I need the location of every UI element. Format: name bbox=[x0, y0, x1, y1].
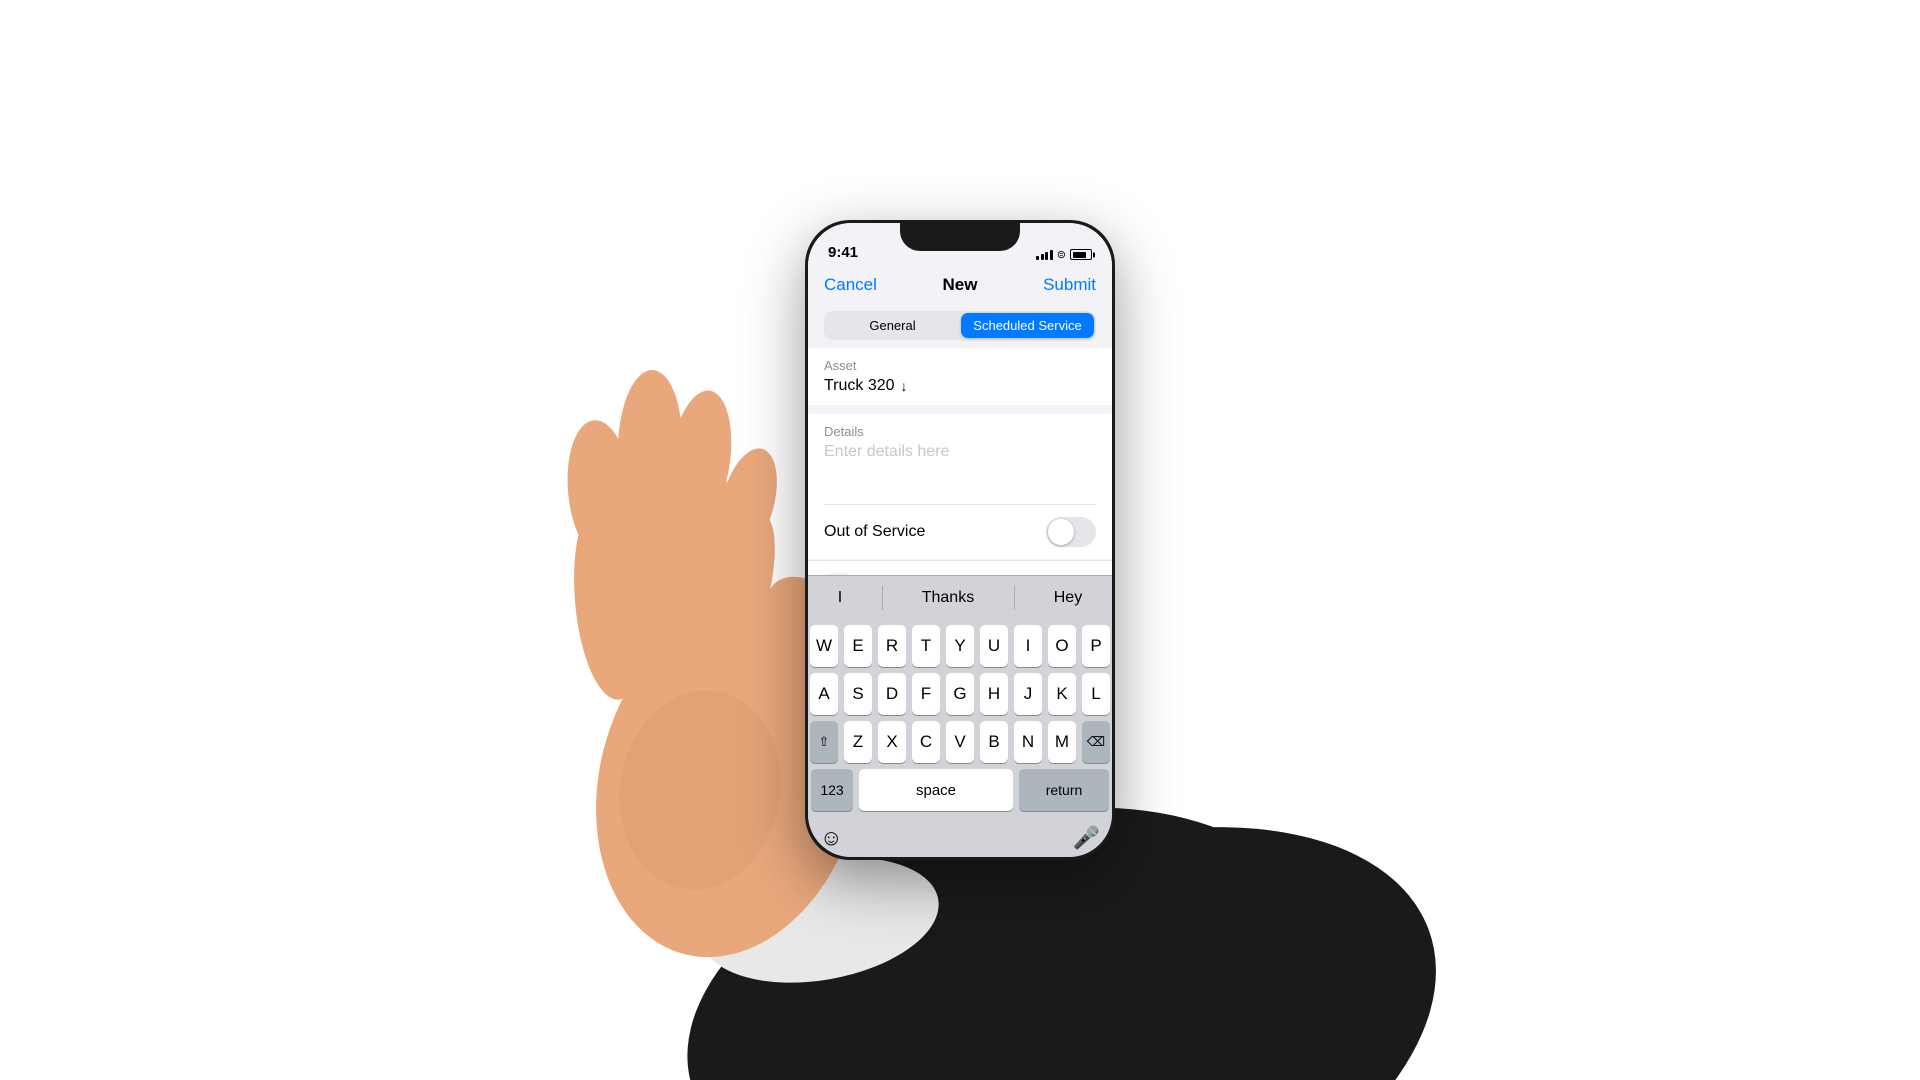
tab-scheduled-service[interactable]: Scheduled Service bbox=[961, 313, 1094, 338]
key-h[interactable]: H bbox=[980, 673, 1008, 715]
predictive-bar: I Thanks Hey bbox=[808, 575, 1112, 619]
predictive-divider-2 bbox=[1014, 586, 1015, 610]
predictive-word-2[interactable]: Thanks bbox=[902, 589, 994, 607]
asset-field[interactable]: Asset Truck 320 ↓ bbox=[808, 348, 1112, 405]
key-c[interactable]: C bbox=[912, 721, 940, 763]
key-i[interactable]: I bbox=[1014, 625, 1042, 667]
key-o[interactable]: O bbox=[1048, 625, 1076, 667]
numbers-key[interactable]: 123 bbox=[811, 769, 853, 811]
key-p[interactable]: P bbox=[1082, 625, 1110, 667]
predictive-word-1[interactable]: I bbox=[818, 589, 862, 607]
asset-value: Truck 320 ↓ bbox=[824, 377, 1096, 395]
cancel-button[interactable]: Cancel bbox=[824, 275, 877, 295]
key-d[interactable]: D bbox=[878, 673, 906, 715]
key-b[interactable]: B bbox=[980, 721, 1008, 763]
nav-bar: Cancel New Submit bbox=[808, 267, 1112, 305]
out-of-service-toggle[interactable] bbox=[1046, 517, 1096, 547]
key-e[interactable]: E bbox=[844, 625, 872, 667]
status-time: 9:41 bbox=[828, 244, 858, 261]
details-label: Details bbox=[824, 424, 1096, 439]
phone-frame: 9:41 ⊜ Cancel New bbox=[805, 220, 1115, 860]
key-k[interactable]: K bbox=[1048, 673, 1076, 715]
asset-section: Asset Truck 320 ↓ bbox=[808, 348, 1112, 405]
out-of-service-row: Out of Service bbox=[808, 505, 1112, 559]
wifi-icon: ⊜ bbox=[1057, 248, 1066, 261]
details-placeholder: Enter details here bbox=[824, 443, 1096, 461]
keyboard-row-2: A S D F G H J K L bbox=[811, 673, 1109, 715]
key-n[interactable]: N bbox=[1014, 721, 1042, 763]
key-s[interactable]: S bbox=[844, 673, 872, 715]
key-z[interactable]: Z bbox=[844, 721, 872, 763]
section-divider-1 bbox=[808, 406, 1112, 414]
key-f[interactable]: F bbox=[912, 673, 940, 715]
keyboard: W E R T Y U I O P A S D F G H bbox=[808, 619, 1112, 821]
asset-label: Asset bbox=[824, 358, 1096, 373]
key-g[interactable]: G bbox=[946, 673, 974, 715]
battery-icon bbox=[1070, 249, 1092, 260]
emoji-button[interactable]: ☺ bbox=[820, 825, 842, 851]
dropdown-arrow-icon: ↓ bbox=[901, 378, 908, 394]
segment-control: General Scheduled Service bbox=[824, 311, 1096, 340]
key-x[interactable]: X bbox=[878, 721, 906, 763]
toggle-knob bbox=[1048, 519, 1074, 545]
keyboard-bottom-bar: ☺ 🎤 bbox=[808, 821, 1112, 857]
add-photo-row[interactable]: 📷 Add Photo bbox=[808, 560, 1112, 576]
shift-key[interactable]: ⇧ bbox=[810, 721, 838, 763]
details-field[interactable]: Details Enter details here bbox=[808, 414, 1112, 504]
details-section: Details Enter details here Out of Servic… bbox=[808, 414, 1112, 559]
keyboard-row-4: 123 space return bbox=[811, 769, 1109, 811]
tab-general[interactable]: General bbox=[826, 313, 959, 338]
microphone-button[interactable]: 🎤 bbox=[1073, 825, 1100, 851]
key-m[interactable]: M bbox=[1048, 721, 1076, 763]
key-j[interactable]: J bbox=[1014, 673, 1042, 715]
keyboard-row-3: ⇧ Z X C V B N M ⌫ bbox=[811, 721, 1109, 763]
out-of-service-label: Out of Service bbox=[824, 523, 925, 541]
predictive-word-3[interactable]: Hey bbox=[1034, 589, 1102, 607]
status-icons: ⊜ bbox=[1036, 248, 1092, 261]
space-key[interactable]: space bbox=[859, 769, 1013, 811]
key-l[interactable]: L bbox=[1082, 673, 1110, 715]
predictive-divider-1 bbox=[882, 586, 883, 610]
nav-title: New bbox=[943, 275, 978, 295]
key-r[interactable]: R bbox=[878, 625, 906, 667]
key-v[interactable]: V bbox=[946, 721, 974, 763]
segment-container: General Scheduled Service bbox=[808, 305, 1112, 348]
signal-icon bbox=[1036, 250, 1053, 260]
key-w[interactable]: W bbox=[810, 625, 838, 667]
form-content: Asset Truck 320 ↓ Details Enter details … bbox=[808, 348, 1112, 575]
submit-button[interactable]: Submit bbox=[1043, 275, 1096, 295]
phone-notch bbox=[900, 223, 1020, 251]
key-t[interactable]: T bbox=[912, 625, 940, 667]
key-a[interactable]: A bbox=[810, 673, 838, 715]
key-u[interactable]: U bbox=[980, 625, 1008, 667]
backspace-key[interactable]: ⌫ bbox=[1082, 721, 1110, 763]
keyboard-row-1: W E R T Y U I O P bbox=[811, 625, 1109, 667]
return-key[interactable]: return bbox=[1019, 769, 1109, 811]
key-y[interactable]: Y bbox=[946, 625, 974, 667]
